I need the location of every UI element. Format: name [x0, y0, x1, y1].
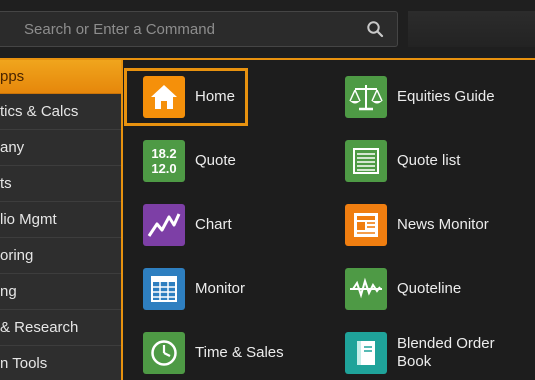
sidebar-item-trading[interactable]: ng	[0, 274, 123, 310]
sidebar-item-monitoring[interactable]: oring	[0, 238, 123, 274]
sidebar-item-label: ng	[0, 283, 17, 300]
app-label: Quote list	[397, 152, 461, 169]
app-label-line-2: Book	[397, 353, 432, 370]
app-news-monitor[interactable]: News Monitor	[345, 200, 489, 250]
list-icon	[345, 140, 387, 182]
sidebar-item-company[interactable]: any	[0, 130, 123, 166]
clock-icon	[143, 332, 185, 374]
app-label: Equities Guide	[397, 88, 495, 105]
app-home[interactable]: Home	[143, 72, 235, 122]
sidebar-item-label: ts	[0, 175, 12, 192]
sidebar-item-label: & Research	[0, 319, 79, 336]
sidebar-item-label: any	[0, 139, 25, 156]
search-input[interactable]	[0, 12, 360, 46]
app-quote[interactable]: 18.2 12.0 Quote	[143, 136, 236, 186]
app-label: Chart	[195, 216, 232, 233]
sidebar-item-label: lio Mgmt	[0, 211, 57, 228]
apps-grid: Home Equities Guide 18.2 12.0 Quote Quot…	[123, 60, 535, 380]
sidebar-item-portfolio-mgmt[interactable]: lio Mgmt	[0, 202, 123, 238]
sidebar-item-analytics-calcs[interactable]: tics & Calcs	[0, 94, 123, 130]
app-equities-guide[interactable]: Equities Guide	[345, 72, 495, 122]
ticker-line-icon	[345, 268, 387, 310]
app-label: Time & Sales	[195, 344, 284, 361]
home-icon	[143, 76, 185, 118]
quote-tile-value-2: 12.0	[151, 161, 177, 176]
app-label: News Monitor	[397, 216, 489, 233]
app-quote-list[interactable]: Quote list	[345, 136, 460, 186]
quote-tile-value-1: 18.2	[151, 146, 177, 161]
search-icon[interactable]	[366, 20, 384, 38]
table-icon	[143, 268, 185, 310]
app-window: pps tics & Calcs any ts lio Mgmt oring n…	[0, 0, 535, 380]
sidebar-item-label: n Tools	[0, 355, 48, 372]
app-label: Monitor	[195, 280, 246, 297]
chart-icon	[143, 204, 185, 246]
sidebar-item-news-research[interactable]: & Research	[0, 310, 123, 346]
top-bar	[0, 0, 535, 58]
sidebar-item-label: tics & Calcs	[0, 103, 79, 120]
app-label-line-1: Blended Order	[397, 335, 495, 352]
book-icon	[345, 332, 387, 374]
category-sidebar: pps tics & Calcs any ts lio Mgmt oring n…	[0, 60, 123, 380]
app-quoteline[interactable]: Quoteline	[345, 264, 461, 314]
command-search-box[interactable]	[0, 11, 398, 47]
sidebar-item-markets[interactable]: ts	[0, 166, 123, 202]
app-blended-order-book[interactable]: Blended Order Book	[345, 328, 495, 378]
app-time-sales[interactable]: Time & Sales	[143, 328, 284, 378]
sidebar-item-apps[interactable]: pps	[0, 60, 123, 94]
newspaper-icon	[345, 204, 387, 246]
scales-icon	[345, 76, 387, 118]
sidebar-item-label: oring	[0, 247, 34, 264]
quote-icon: 18.2 12.0	[143, 140, 185, 182]
app-label: Home	[195, 88, 236, 105]
sidebar-item-admin-tools[interactable]: n Tools	[0, 346, 123, 380]
app-label: Quoteline	[397, 280, 462, 297]
sidebar-item-label: pps	[0, 68, 25, 85]
app-label: Blended Order Book	[397, 335, 495, 371]
app-monitor[interactable]: Monitor	[143, 264, 245, 314]
top-right-panel	[408, 11, 535, 47]
app-label: Quote	[195, 152, 236, 169]
app-chart[interactable]: Chart	[143, 200, 232, 250]
